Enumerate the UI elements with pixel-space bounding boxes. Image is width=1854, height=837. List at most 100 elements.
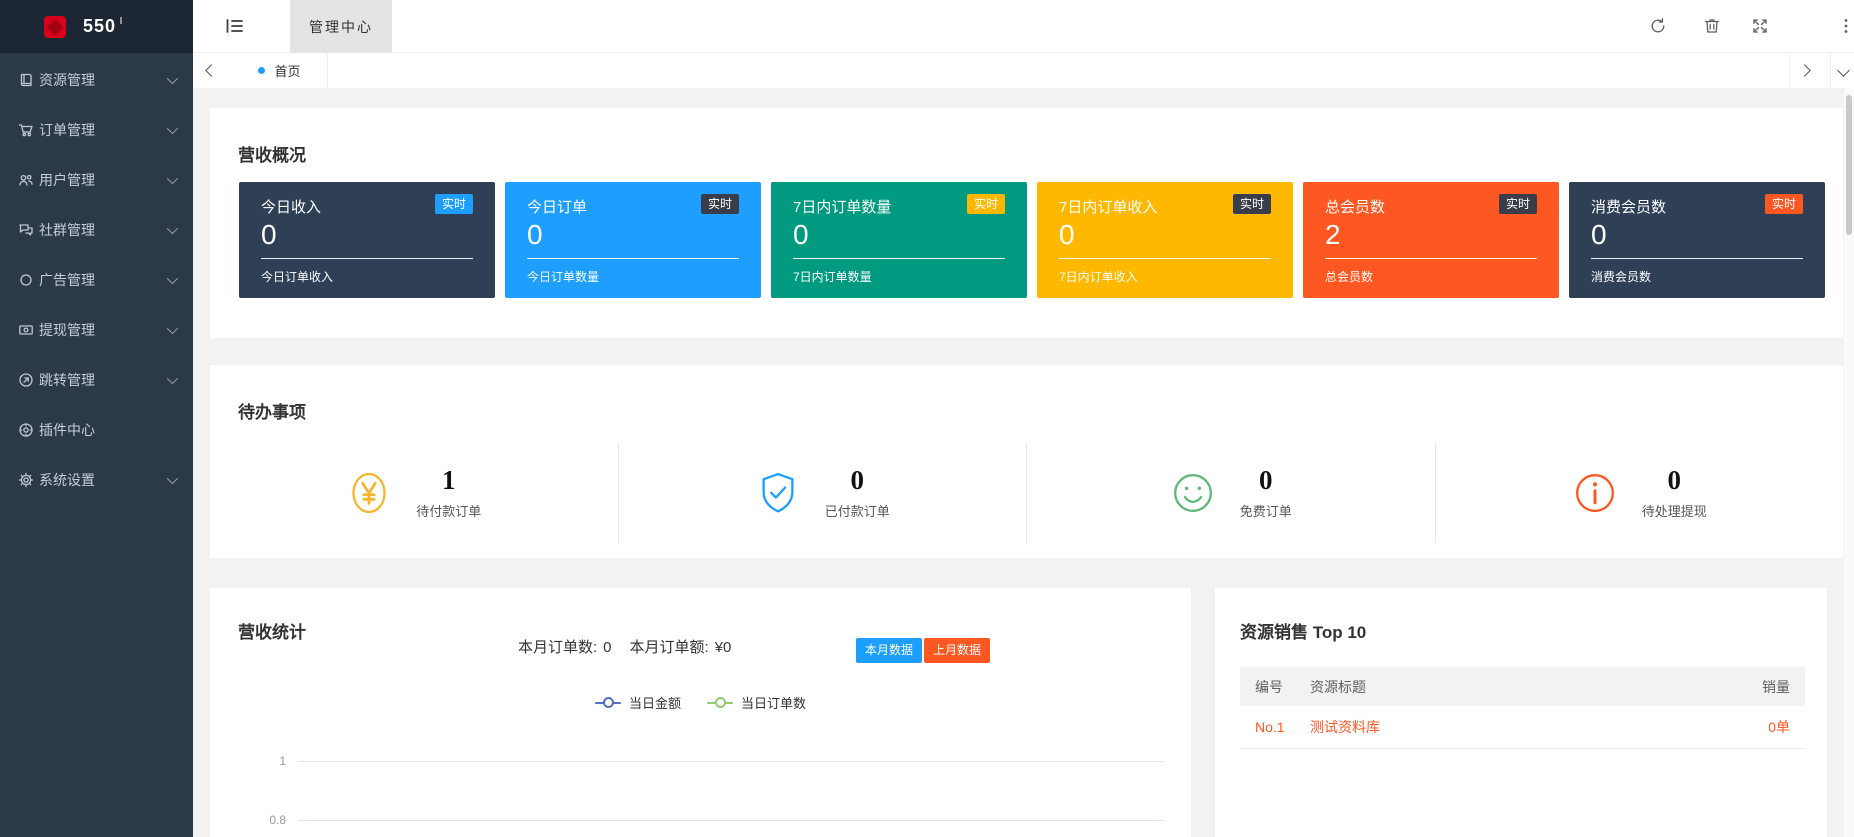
- todo-item-unpaid-orders: 1 待付款订单: [210, 443, 618, 543]
- realtime-badge: 实时: [1765, 194, 1803, 214]
- yen-circle-icon: [346, 470, 392, 516]
- table-row[interactable]: No.1 测试资料库 0单: [1240, 706, 1805, 749]
- column-header-no: 编号: [1240, 677, 1310, 697]
- tab-operations-dropdown[interactable]: [1830, 53, 1854, 88]
- jump-icon: [18, 372, 34, 388]
- chevron-down-icon: [167, 173, 178, 184]
- month-amount-label: 本月订单额:: [630, 639, 709, 656]
- info-circle-icon: [1572, 470, 1618, 516]
- stat-card-consuming-members: 消费会员数 0 实时 消费会员数: [1569, 182, 1825, 298]
- todo-item-pending-withdrawals: 0 待处理提现: [1435, 443, 1844, 543]
- row-resource-title[interactable]: 测试资料库: [1310, 717, 1720, 737]
- chevron-left-icon: [205, 64, 218, 77]
- top10-table: 编号 资源标题 销量 No.1 测试资料库 0单: [1240, 667, 1805, 749]
- refresh-icon[interactable]: [1649, 17, 1667, 35]
- line-series-icon: [595, 697, 621, 708]
- stat-cards-row: 今日收入 0 实时 今日订单收入 今日订单 0 实时 今日订单数量 7日内订单数…: [239, 182, 1825, 298]
- realtime-badge: 实时: [1233, 194, 1271, 214]
- line-series-icon: [707, 697, 733, 708]
- revenue-overview-title: 营收概况: [238, 141, 306, 166]
- sidebar: 550 资源管理 订单管理 用户管理 社群管理 广告管理: [0, 0, 193, 837]
- chart-gridline: [298, 820, 1164, 821]
- chevron-down-icon: [167, 73, 178, 84]
- chevron-down-icon: [167, 273, 178, 284]
- sidebar-item-resources[interactable]: 资源管理: [0, 55, 193, 105]
- stat-card-total-members: 总会员数 2 实时 总会员数: [1303, 182, 1559, 298]
- todo-item-paid-orders: 0 已付款订单: [618, 443, 1027, 543]
- month-orders-value: 0: [603, 639, 611, 656]
- revenue-stats-panel: 营收统计 本月订单数: 0 本月订单额: ¥0 本月数据 上月数据 当日金额 当日订单…: [210, 588, 1191, 837]
- book-icon: [18, 72, 34, 88]
- chevron-down-icon: [167, 123, 178, 134]
- realtime-badge: 实时: [701, 194, 739, 214]
- revenue-stats-title: 营收统计: [238, 618, 306, 643]
- top10-panel: 资源销售 Top 10 编号 资源标题 销量 No.1 测试资料库 0单: [1215, 588, 1827, 837]
- realtime-badge: 实时: [1499, 194, 1537, 214]
- chevron-right-icon: [1798, 64, 1811, 77]
- column-header-title: 资源标题: [1310, 677, 1720, 697]
- smile-icon: [1170, 470, 1216, 516]
- todo-panel: 待办事项 1 待付款订单 0 已付款订单 0: [210, 365, 1843, 558]
- more-kebab-icon[interactable]: [1837, 17, 1854, 35]
- sidebar-item-users[interactable]: 用户管理: [0, 155, 193, 205]
- table-header-row: 编号 资源标题 销量: [1240, 667, 1805, 706]
- chart-gridline: [298, 761, 1164, 762]
- month-summary: 本月订单数: 0 本月订单额: ¥0: [518, 636, 731, 657]
- stat-card-7day-order-count: 7日内订单数量 0 实时 7日内订单数量: [771, 182, 1027, 298]
- chevron-down-icon: [1837, 64, 1850, 77]
- scrollbar-track[interactable]: [1844, 88, 1854, 837]
- row-rank: No.1: [1240, 719, 1310, 735]
- scrollbar-thumb[interactable]: [1846, 95, 1852, 235]
- stat-card-today-orders: 今日订单 0 实时 今日订单数量: [505, 182, 761, 298]
- sidebar-item-plugins[interactable]: 插件中心: [0, 405, 193, 455]
- plugin-icon: [18, 422, 34, 438]
- month-amount-value: ¥0: [715, 639, 732, 656]
- sidebar-item-ads[interactable]: 广告管理: [0, 255, 193, 305]
- chart-legend: 当日金额 当日订单数: [210, 693, 1191, 712]
- top-bar: 管理中心: [193, 0, 1854, 53]
- chart-range-buttons: 本月数据 上月数据: [856, 638, 990, 663]
- tab-scroll-left-button[interactable]: [197, 53, 225, 88]
- todo-title: 待办事项: [238, 398, 306, 423]
- fullscreen-icon[interactable]: [1751, 17, 1769, 35]
- realtime-badge: 实时: [435, 194, 473, 214]
- todo-item-free-orders: 0 免费订单: [1026, 443, 1435, 543]
- app-logo-icon: [44, 16, 66, 38]
- chevron-down-icon: [167, 223, 178, 234]
- sidebar-logo[interactable]: 550: [0, 0, 193, 53]
- last-month-button[interactable]: 上月数据: [924, 638, 990, 663]
- top10-title: 资源销售 Top 10: [1240, 618, 1366, 643]
- gear-icon: [18, 472, 34, 488]
- tab-bar: 首页: [193, 53, 1854, 88]
- menu-toggle-icon[interactable]: [225, 18, 245, 34]
- row-sales: 0单: [1720, 717, 1805, 737]
- ring-icon: [18, 272, 34, 288]
- tab-home[interactable]: 首页: [232, 53, 328, 88]
- legend-daily-amount[interactable]: 当日金额: [595, 693, 681, 712]
- stat-card-7day-order-income: 7日内订单收入 0 实时 7日内订单收入: [1037, 182, 1293, 298]
- sidebar-item-withdraw[interactable]: 提现管理: [0, 305, 193, 355]
- legend-daily-order-count[interactable]: 当日订单数: [707, 693, 806, 712]
- app-logo-text: 550: [83, 16, 116, 37]
- sidebar-item-orders[interactable]: 订单管理: [0, 105, 193, 155]
- comments-icon: [18, 222, 34, 238]
- cart-icon: [18, 122, 34, 138]
- month-orders-label: 本月订单数:: [518, 639, 597, 656]
- tab-scroll-right-button[interactable]: [1789, 53, 1818, 88]
- current-month-button[interactable]: 本月数据: [856, 638, 922, 663]
- chevron-down-icon: [167, 473, 178, 484]
- shield-check-icon: [755, 470, 801, 516]
- stat-card-today-income: 今日收入 0 实时 今日订单收入: [239, 182, 495, 298]
- trash-icon[interactable]: [1703, 17, 1721, 35]
- sidebar-item-settings[interactable]: 系统设置: [0, 455, 193, 505]
- todo-items-row: 1 待付款订单 0 已付款订单 0 免费订单: [210, 443, 1843, 543]
- column-header-sales: 销量: [1720, 677, 1805, 697]
- chevron-down-icon: [167, 373, 178, 384]
- sidebar-item-redirect[interactable]: 跳转管理: [0, 355, 193, 405]
- active-tab-dot: [258, 67, 265, 74]
- realtime-badge: 实时: [967, 194, 1005, 214]
- sidebar-item-community[interactable]: 社群管理: [0, 205, 193, 255]
- users-icon: [18, 172, 34, 188]
- top-tab-admin-center[interactable]: 管理中心: [290, 0, 392, 53]
- revenue-overview-panel: 营收概况 今日收入 0 实时 今日订单收入 今日订单 0 实时 今日订单数量 7…: [210, 108, 1843, 338]
